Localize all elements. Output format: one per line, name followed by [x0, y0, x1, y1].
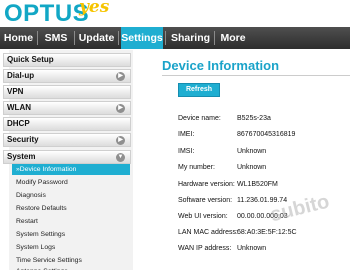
- imei-value: 867670045316819: [237, 131, 296, 138]
- my-number-label: My number:: [178, 164, 215, 171]
- sidebar-subitem-antenna-settings[interactable]: Antenna Settings: [12, 266, 130, 270]
- sidebar-item-quick-setup[interactable]: Quick Setup: [3, 53, 131, 67]
- sidebar-subitem-system-settings[interactable]: System Settings: [12, 229, 130, 240]
- sidebar-item-label: WLAN: [7, 103, 31, 112]
- sidebar-item-label: System: [7, 152, 36, 161]
- web-ui-version-label: Web UI version:: [178, 213, 228, 220]
- tab-settings[interactable]: Settings: [121, 27, 163, 49]
- chevron-right-icon: ▶: [116, 136, 125, 145]
- sidebar-item-vpn[interactable]: VPN: [3, 85, 131, 99]
- title-divider: [162, 75, 350, 76]
- hardware-version-label: Hardware version:: [178, 181, 235, 188]
- device-name-value: B525s-23a: [237, 115, 271, 122]
- device-name-label: Device name:: [178, 115, 221, 122]
- sidebar-subitem-time-service-settings[interactable]: Time Service Settings: [12, 255, 130, 266]
- sidebar-subitem-system-logs[interactable]: System Logs: [12, 242, 130, 253]
- imei-label: IMEI:: [178, 131, 195, 138]
- sidebar-item-label: VPN: [7, 87, 24, 96]
- sidebar-item-wlan[interactable]: WLAN ▶: [3, 101, 131, 115]
- tab-sms[interactable]: SMS: [38, 27, 74, 49]
- sidebar-item-dial-up[interactable]: Dial-up ▶: [3, 69, 131, 83]
- sidebar-subitem-restart[interactable]: Restart: [12, 216, 130, 227]
- sidebar-item-label: DHCP: [7, 119, 30, 128]
- chevron-down-icon: ▼: [116, 153, 125, 162]
- logo-yes-mark: yes: [79, 0, 110, 17]
- wan-ip-address-value: Unknown: [237, 245, 267, 252]
- sidebar-item-dhcp[interactable]: DHCP: [3, 117, 131, 131]
- software-version-label: Software version:: [178, 197, 233, 204]
- top-navigation: Home SMS Update Settings Sharing More: [0, 27, 350, 49]
- tab-sharing[interactable]: Sharing: [167, 27, 214, 49]
- sidebar-subitem-restore-defaults[interactable]: Restore Defaults: [12, 203, 130, 214]
- my-number-value: Unknown: [237, 164, 267, 171]
- watermark: subito: [268, 190, 332, 227]
- tab-home[interactable]: Home: [0, 27, 37, 49]
- nav-divider: [118, 31, 119, 45]
- lan-mac-address-value: 68:A0:3E:5F:12:5C: [237, 229, 297, 236]
- sidebar-item-label: Security: [7, 135, 39, 144]
- hardware-version-value: WL1B520FM: [237, 181, 278, 188]
- lan-mac-address-label: LAN MAC address:: [178, 229, 238, 236]
- wan-ip-address-label: WAN IP address:: [178, 245, 232, 252]
- sidebar-subitem-label: Device Information: [19, 166, 77, 173]
- imsi-value: Unknown: [237, 148, 267, 155]
- sidebar-subitem-diagnosis[interactable]: Diagnosis: [12, 190, 130, 201]
- nav-divider: [165, 31, 166, 45]
- header: OPTUS yes: [0, 0, 350, 27]
- imsi-label: IMSI:: [178, 148, 195, 155]
- sidebar-item-label: Quick Setup: [7, 55, 54, 64]
- optus-logo: OPTUS: [4, 1, 89, 27]
- page-title: Device Information: [162, 58, 280, 73]
- chevron-right-icon: ▶: [116, 104, 125, 113]
- tab-more[interactable]: More: [215, 27, 251, 49]
- tab-update[interactable]: Update: [75, 27, 118, 49]
- sidebar-subitem-modify-password[interactable]: Modify Password: [12, 177, 130, 188]
- chevron-right-icon: ▶: [116, 72, 125, 81]
- sidebar-item-label: Dial-up: [7, 71, 35, 80]
- sidebar-subitem-device-information[interactable]: »Device Information: [12, 164, 130, 175]
- sidebar-item-security[interactable]: Security ▶: [3, 133, 131, 147]
- sidebar-item-system[interactable]: System ▼: [3, 150, 131, 164]
- refresh-button[interactable]: Refresh: [178, 83, 220, 97]
- logo-text: OPTUS: [4, 0, 90, 27]
